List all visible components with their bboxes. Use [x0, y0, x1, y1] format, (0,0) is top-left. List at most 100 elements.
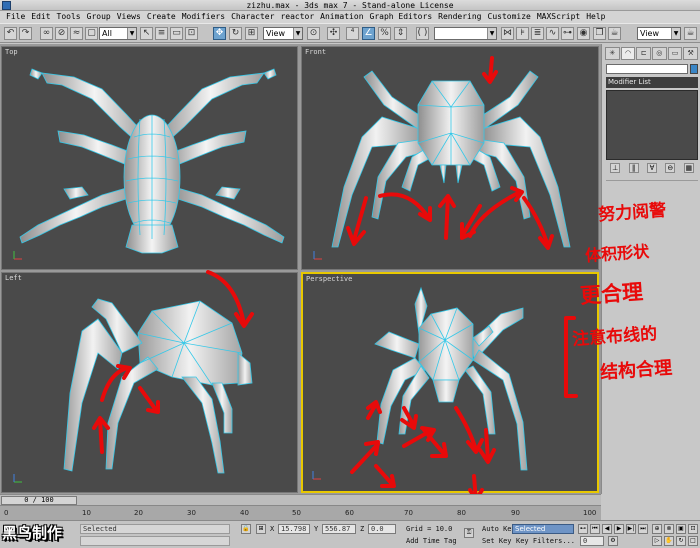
named-selection-dropdown[interactable]: ▼: [434, 27, 497, 40]
material-editor-icon[interactable]: ◉: [577, 27, 590, 40]
pivot-point-icon[interactable]: ⊙: [307, 27, 320, 40]
select-by-name-icon[interactable]: ≡: [155, 27, 168, 40]
schematic-view-icon[interactable]: ⊶: [561, 27, 574, 40]
select-and-rotate-icon[interactable]: ↻: [229, 27, 242, 40]
menu-tools[interactable]: Tools: [54, 11, 84, 23]
time-slider[interactable]: 0 / 100: [0, 494, 601, 505]
play-icon[interactable]: ▶: [614, 524, 624, 534]
viewport-front[interactable]: Front: [301, 46, 599, 270]
absolute-mode-icon[interactable]: ⊞: [256, 524, 266, 534]
object-color-swatch[interactable]: [690, 64, 698, 74]
angle-snap-icon[interactable]: ∠: [362, 27, 375, 40]
window-crossing-icon[interactable]: ⊡: [185, 27, 198, 40]
menu-animation[interactable]: Animation: [317, 11, 366, 23]
utilities-tab-icon[interactable]: ⚒: [683, 47, 699, 60]
field-of-view-icon[interactable]: ▷: [652, 536, 662, 546]
menu-create[interactable]: Create: [144, 11, 179, 23]
edit-named-selection-icon[interactable]: ( ): [416, 27, 429, 40]
unlink-icon[interactable]: ⊘: [55, 27, 68, 40]
zoom-extents-all-icon[interactable]: ⊡: [688, 524, 698, 534]
tick-label: 100: [583, 509, 597, 517]
bind-space-warp-icon[interactable]: ≈: [70, 27, 83, 40]
3dsmax-window: zizhu.max - 3ds max 7 - Stand-alone Lice…: [0, 0, 700, 548]
render-last-icon[interactable]: ☕: [684, 27, 697, 40]
snap-toggle-icon[interactable]: ⁴: [346, 27, 359, 40]
curve-editor-icon[interactable]: ∿: [546, 27, 559, 40]
redo-icon[interactable]: ↷: [19, 27, 32, 40]
render-type-dropdown[interactable]: View ▼: [637, 27, 681, 40]
display-tab-icon[interactable]: ▭: [667, 47, 683, 60]
menu-edit[interactable]: Edit: [28, 11, 53, 23]
reference-coordinate-dropdown[interactable]: View ▼: [263, 27, 303, 40]
select-object-icon[interactable]: ▢: [85, 27, 98, 40]
select-and-link-icon[interactable]: ∞: [40, 27, 53, 40]
key-icon[interactable]: ⚿: [464, 528, 474, 538]
menu-group[interactable]: Group: [84, 11, 114, 23]
menu-file[interactable]: File: [3, 11, 28, 23]
go-to-start-icon[interactable]: ⏮: [590, 524, 600, 534]
make-unique-icon[interactable]: ∀: [646, 163, 657, 173]
lock-selection-icon[interactable]: 🔒: [241, 524, 251, 534]
remove-modifier-icon[interactable]: ⊖: [665, 163, 676, 173]
percent-snap-icon[interactable]: %: [378, 27, 391, 40]
viewport-top[interactable]: Top: [1, 46, 298, 270]
track-bar[interactable]: 0 10 20 30 40 50 60 70 80 90 100: [0, 505, 601, 520]
select-and-manipulate-icon[interactable]: ✣: [327, 27, 340, 40]
zoom-all-icon[interactable]: ⊗: [664, 524, 674, 534]
status-bar: Selected 🔒 ⊞ X 15.798 Y 556.87 Z 0.0 Gri…: [0, 520, 700, 548]
previous-frame-icon[interactable]: ◀: [602, 524, 612, 534]
mirror-icon[interactable]: ⋈: [501, 27, 514, 40]
menu-rendering[interactable]: Rendering: [435, 11, 484, 23]
pin-stack-icon[interactable]: ⊥: [610, 163, 621, 173]
modifier-stack[interactable]: [606, 90, 698, 160]
menu-character[interactable]: Character: [228, 11, 277, 23]
rectangular-region-icon[interactable]: ▭: [170, 27, 183, 40]
render-scene-icon[interactable]: ❐: [593, 27, 606, 40]
align-icon[interactable]: ⊧: [516, 27, 529, 40]
go-to-end-icon[interactable]: ⏭: [638, 524, 648, 534]
menu-help[interactable]: Help: [583, 11, 608, 23]
quick-render-icon[interactable]: ☕: [608, 27, 621, 40]
show-end-result-icon[interactable]: ‖: [628, 163, 639, 173]
menu-maxscript[interactable]: MAXScript: [534, 11, 583, 23]
menu-modifiers[interactable]: Modifiers: [179, 11, 228, 23]
zoom-icon[interactable]: ⊕: [652, 524, 662, 534]
arc-rotate-icon[interactable]: ↻: [676, 536, 686, 546]
menu-reactor[interactable]: reactor: [277, 11, 317, 23]
add-time-tag-button[interactable]: Add Time Tag: [406, 536, 457, 546]
object-name-field[interactable]: [606, 64, 688, 74]
key-filters-button[interactable]: Key Filters...: [516, 536, 575, 546]
set-key-button[interactable]: Set Key: [482, 536, 512, 546]
next-frame-icon[interactable]: ▶|: [626, 524, 636, 534]
key-mode-toggle-icon[interactable]: ⊷: [578, 524, 588, 534]
layer-manager-icon[interactable]: ≣: [531, 27, 544, 40]
maximize-viewport-icon[interactable]: □: [688, 536, 698, 546]
menu-customize[interactable]: Customize: [485, 11, 534, 23]
selection-filter-dropdown[interactable]: All ▼: [99, 27, 137, 40]
select-and-scale-icon[interactable]: ⊞: [245, 27, 258, 40]
motion-tab-icon[interactable]: ◎: [652, 47, 667, 60]
x-coordinate-field[interactable]: 15.798: [278, 524, 310, 534]
viewport-left[interactable]: Left: [1, 272, 298, 493]
configure-sets-icon[interactable]: ▦: [683, 163, 694, 173]
time-slider-thumb[interactable]: 0 / 100: [1, 496, 77, 505]
undo-icon[interactable]: ↶: [4, 27, 17, 40]
time-configuration-icon[interactable]: ⚙: [608, 536, 618, 546]
hierarchy-tab-icon[interactable]: ⊏: [636, 47, 652, 60]
current-frame-field[interactable]: 0: [580, 536, 604, 546]
z-coordinate-field[interactable]: 0.0: [368, 524, 396, 534]
pan-icon[interactable]: ✋: [664, 536, 674, 546]
create-tab-icon[interactable]: ✳: [605, 47, 620, 60]
spinner-snap-icon[interactable]: ⇕: [394, 27, 407, 40]
menu-graph-editors[interactable]: Graph Editors: [367, 11, 436, 23]
select-and-move-icon[interactable]: ✥: [213, 27, 226, 40]
select-icon[interactable]: ↖: [140, 27, 153, 40]
auto-key-button[interactable]: Auto Key: [482, 524, 516, 534]
modifier-list-dropdown[interactable]: Modifier List: [606, 77, 698, 88]
zoom-extents-icon[interactable]: ▣: [676, 524, 686, 534]
y-coordinate-field[interactable]: 556.87: [322, 524, 356, 534]
modify-tab-icon[interactable]: ◠: [620, 47, 636, 60]
viewport-perspective[interactable]: Perspective: [301, 272, 599, 493]
menu-views[interactable]: Views: [114, 11, 144, 23]
key-mode-dropdown[interactable]: Selected: [512, 524, 574, 534]
